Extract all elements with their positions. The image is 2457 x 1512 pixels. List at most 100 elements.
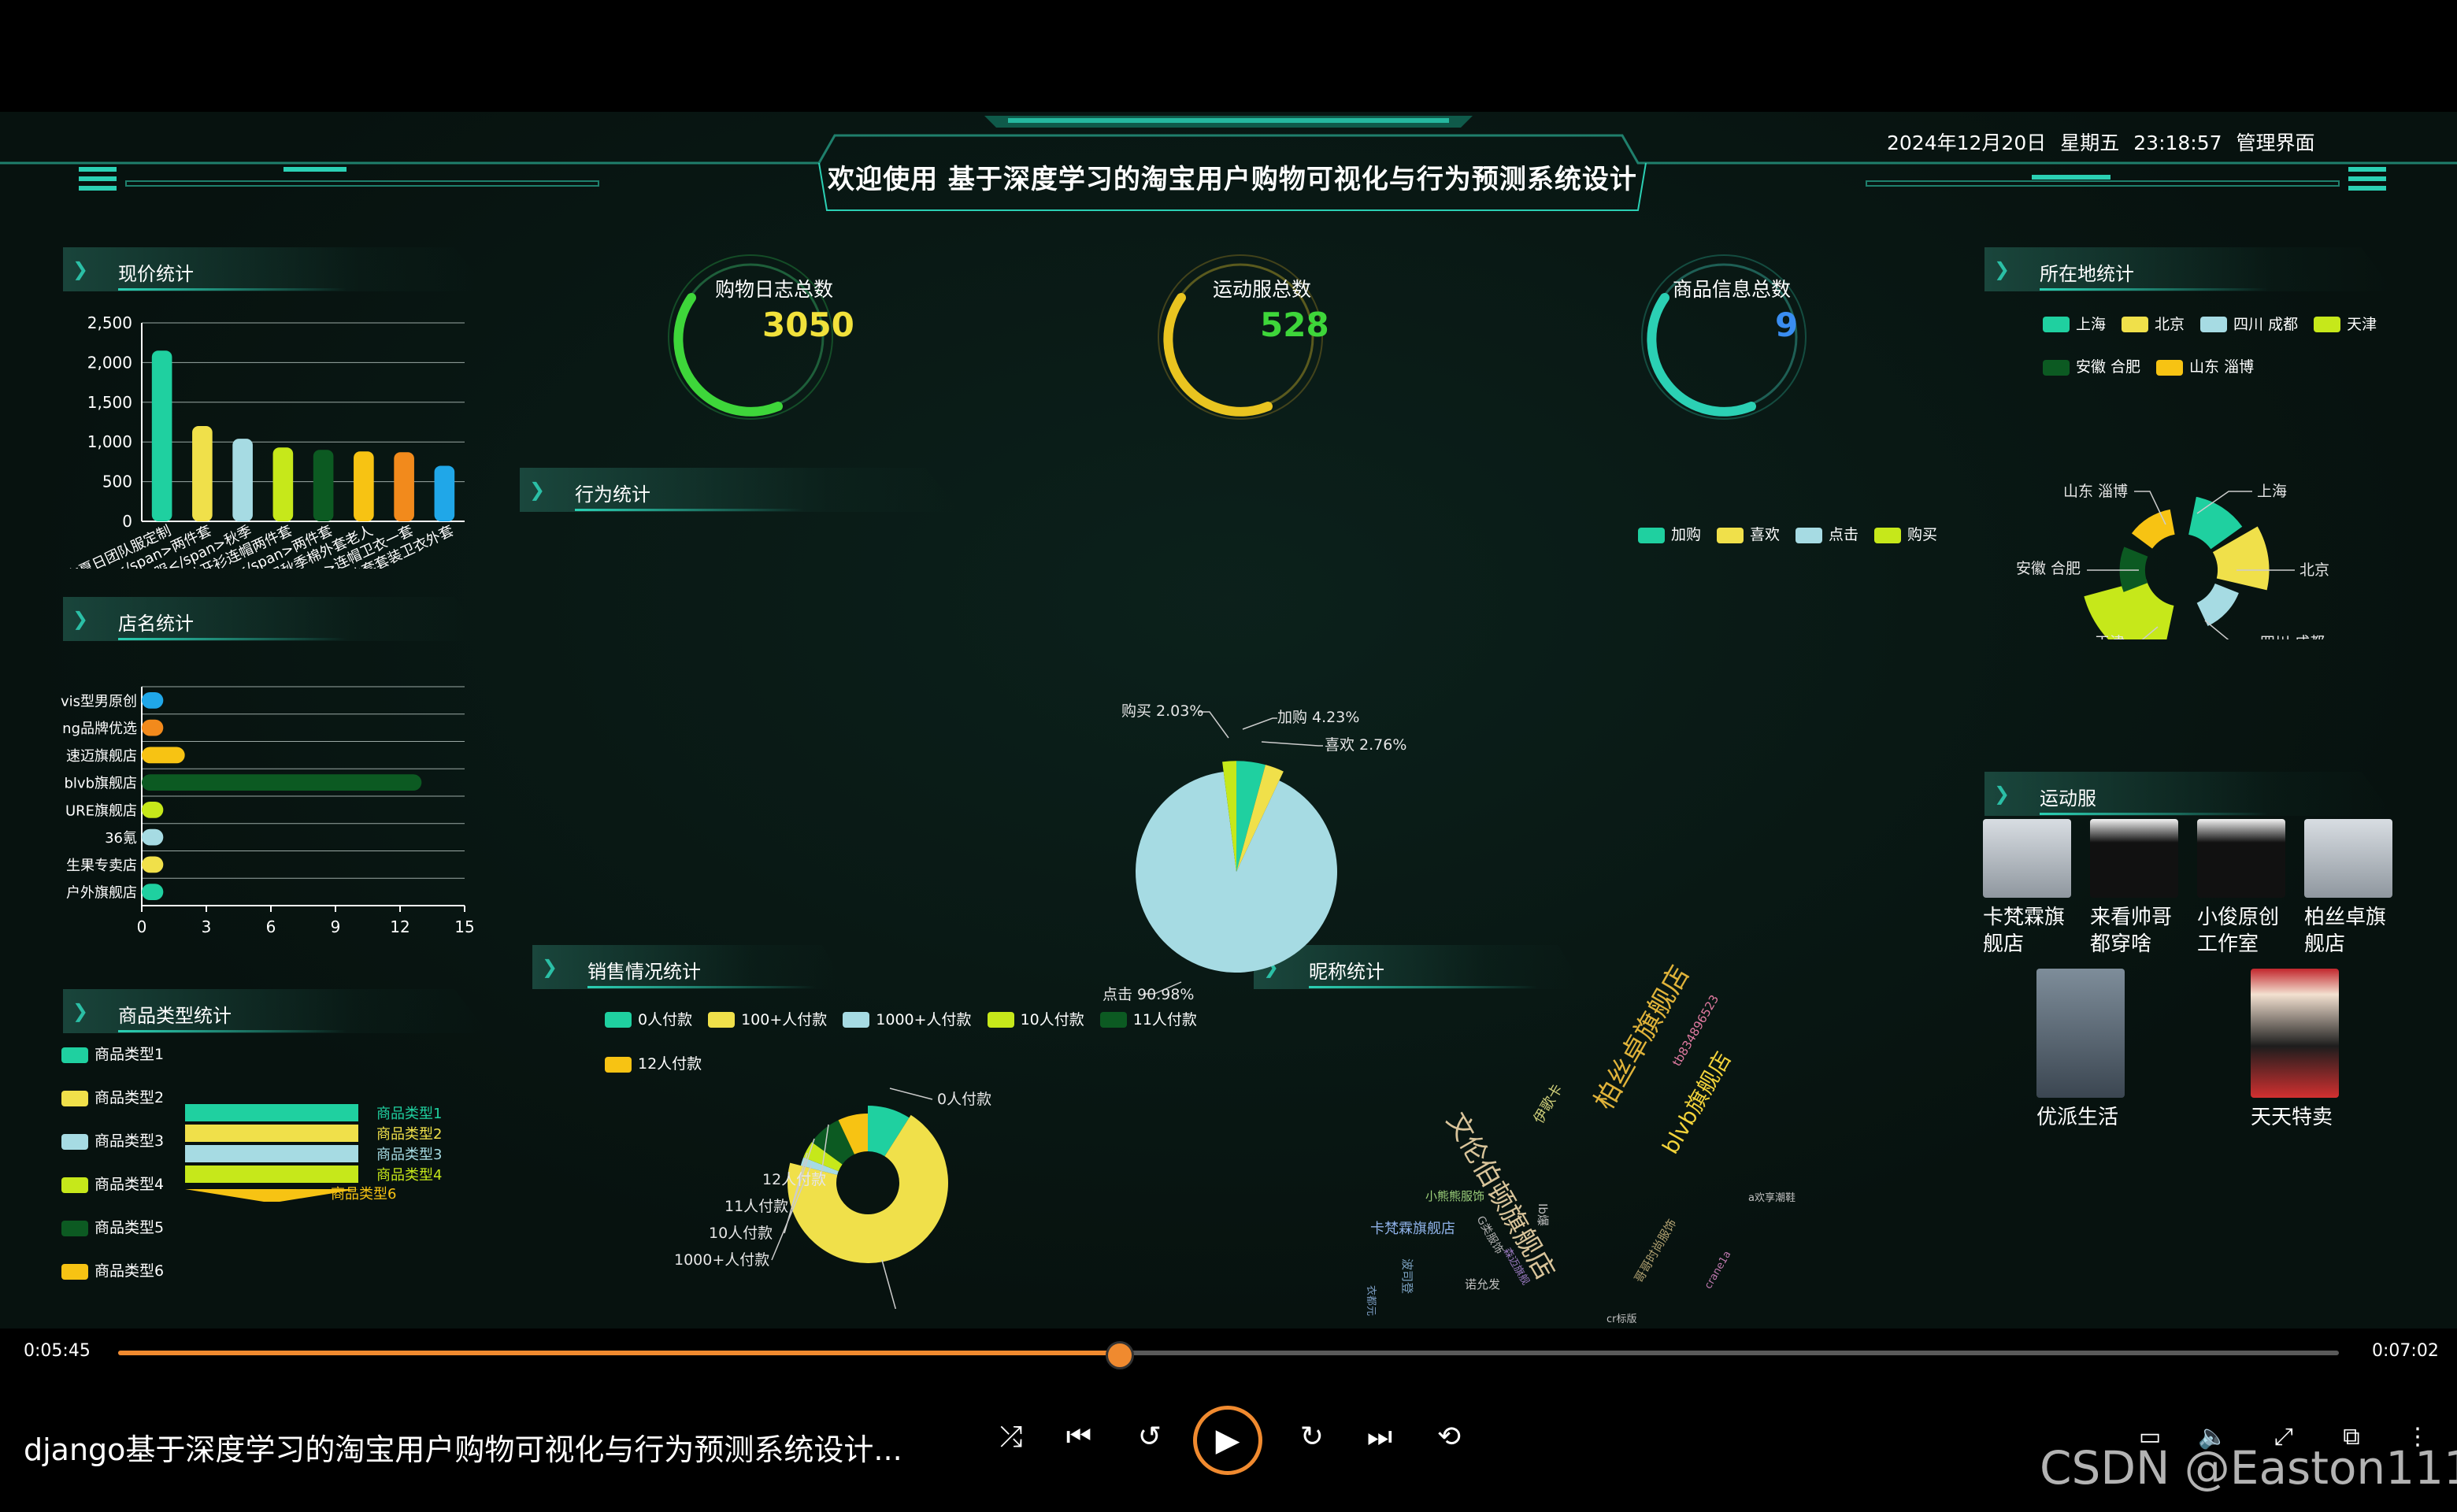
legend-item[interactable]: 商品类型1 [61, 1043, 164, 1086]
legend-item[interactable]: 商品类型5 [61, 1216, 164, 1259]
x-tick-label: 12 [390, 917, 410, 936]
legend-label: 商品类型1 [94, 1046, 165, 1063]
goods-image[interactable] [2090, 819, 2178, 898]
legend-item[interactable]: 购买 [1874, 523, 1937, 544]
wordcloud-word: Ib爆 [1536, 1203, 1550, 1226]
legend-label: 10人付款 [1020, 1010, 1084, 1028]
previous-icon[interactable]: ⏮ [1055, 1414, 1102, 1461]
goods-image[interactable] [1983, 819, 2071, 898]
bar [142, 884, 164, 901]
legend-item[interactable]: 10人付款 [987, 998, 1084, 1042]
legend-label: 100+人付款 [741, 1010, 828, 1028]
rose-label: 四川 成都 [2260, 634, 2325, 639]
legend-item[interactable]: 加购 [1638, 523, 1701, 544]
legend-swatch [61, 1090, 88, 1106]
funnel-label: 商品类型1 [376, 1106, 442, 1122]
legend-swatch [1796, 527, 1823, 543]
goods-name[interactable]: 柏丝卓旗舰店 [2304, 904, 2392, 958]
goods-image[interactable] [2251, 969, 2339, 1098]
progress-bar[interactable] [118, 1341, 2339, 1369]
rose-label: 安徽 合肥 [2016, 560, 2081, 577]
stat-value: 528 [1260, 306, 1329, 344]
wordcloud-word: 卡梵霖旗舰店 [1370, 1221, 1455, 1237]
pie-label: 加购 4.23% [1277, 709, 1359, 726]
legend-item[interactable]: 点击 [1796, 523, 1858, 544]
rose-label: 上海 [2257, 483, 2287, 500]
legend-item[interactable]: 北京 [2122, 303, 2185, 346]
legend-label: 商品类型4 [94, 1176, 165, 1193]
wordcloud-word: 柏丝卓旗舰店 [1588, 960, 1696, 1115]
bar [142, 774, 422, 791]
goods-name[interactable]: 来看帅哥都穿啥 [2090, 904, 2178, 958]
datetime-bar: 2024年12月20日 星期五 23:18:57 管理界面 [1887, 128, 2329, 156]
panel-title: 运动服 [2040, 788, 2096, 810]
legend-swatch [61, 1177, 88, 1193]
repeat-icon[interactable]: ⟲ [1425, 1414, 1473, 1461]
video-title: django基于深度学习的淘宝用户购物可视化与行为预测系统设计... [24, 1432, 902, 1467]
goods-item[interactable]: 天天特卖 [2251, 969, 2339, 1131]
legend-item[interactable]: 商品类型4 [61, 1173, 164, 1216]
y-tick-label: 户外旗舰店 [66, 885, 137, 902]
header-bar: 欢迎使用 基于深度学习的淘宝用户购物可视化与行为预测系统设计 2024年12月2… [0, 112, 2457, 238]
goods-name[interactable]: 卡梵霖旗舰店 [1983, 904, 2071, 958]
legend-swatch [987, 1012, 1014, 1028]
legend-item[interactable]: 四川 成都 [2200, 303, 2298, 346]
bar [142, 828, 164, 846]
legend-item[interactable]: 商品类型3 [61, 1129, 164, 1173]
behavior-pie-chart: 加购 4.23%喜欢 2.76%点击 90.98%购买 2.03% [1102, 702, 1406, 1003]
rewind-icon[interactable]: ↺ [1126, 1414, 1173, 1461]
goods-image[interactable] [2197, 819, 2285, 898]
admin-link[interactable]: 管理界面 [2236, 132, 2315, 154]
x-tick-label: 9 [331, 917, 341, 936]
goods-name[interactable]: 优派生活 [2036, 1104, 2125, 1131]
stat-label: 商品信息总数 [1673, 278, 1792, 301]
y-tick-label: 500 [102, 472, 132, 491]
shuffle-icon[interactable]: ⤮ [988, 1414, 1035, 1461]
progress-handle[interactable] [1106, 1341, 1134, 1369]
legend-item[interactable]: 上海 [2043, 303, 2106, 346]
legend-label: 1000+人付款 [876, 1010, 972, 1028]
goods-name[interactable]: 天天特卖 [2251, 1104, 2339, 1131]
goods-image[interactable] [2304, 819, 2392, 898]
y-tick-label: URE旗舰店 [65, 802, 137, 819]
y-tick-label: ng品牌优选 [62, 721, 137, 737]
legend-swatch [1874, 527, 1902, 543]
legend-swatch [61, 1220, 88, 1236]
forward-icon[interactable]: ↻ [1288, 1414, 1336, 1461]
goods-name[interactable]: 小俊原创工作室 [2197, 904, 2285, 958]
goods-item[interactable]: 柏丝卓旗舰店 [2304, 819, 2392, 958]
stat-value: 9 [1775, 306, 1799, 344]
stat-card-sportswear: 运动服总数 528 [1150, 250, 1339, 435]
legend-item[interactable]: 天津 [2314, 303, 2377, 346]
legend-item[interactable]: 100+人付款 [708, 998, 827, 1042]
legend-item[interactable]: 0人付款 [605, 998, 692, 1042]
bar [151, 350, 172, 521]
x-tick-label: 0 [137, 917, 147, 936]
legend-item[interactable]: 商品类型6 [61, 1259, 164, 1303]
funnel-label: 商品类型3 [376, 1147, 442, 1163]
funnel-segment [185, 1104, 358, 1121]
goods-item[interactable]: 卡梵霖旗舰店 [1983, 819, 2071, 958]
stat-card-logs: 购物日志总数 3050 [660, 250, 854, 435]
next-icon[interactable]: ⏭ [1356, 1414, 1403, 1461]
total-time: 0:07:02 [2372, 1341, 2439, 1361]
panel-header-sportswear: ❯ 运动服 [1984, 772, 2394, 816]
legend-item[interactable]: 11人付款 [1099, 998, 1197, 1042]
progress-fill [118, 1351, 1117, 1355]
legend-swatch [843, 1012, 870, 1028]
play-button[interactable]: ▶ [1193, 1406, 1262, 1475]
legend-item[interactable]: 商品类型2 [61, 1086, 164, 1129]
funnel-label: 商品类型2 [376, 1126, 442, 1143]
bar [313, 450, 334, 521]
goods-item[interactable]: 小俊原创工作室 [2197, 819, 2285, 958]
bar [142, 719, 164, 736]
y-tick-label: 2,500 [87, 313, 132, 332]
legend-item[interactable]: 喜欢 [1717, 523, 1780, 544]
legend-item[interactable]: 1000+人付款 [843, 998, 972, 1042]
goods-item[interactable]: 来看帅哥都穿啥 [2090, 819, 2178, 958]
goods-item[interactable]: 优派生活 [2036, 969, 2125, 1131]
legend-label: 天津 [2347, 315, 2377, 333]
legend-swatch [1638, 527, 1665, 543]
goods-image[interactable] [2036, 969, 2125, 1098]
funnel-segment [185, 1125, 358, 1142]
